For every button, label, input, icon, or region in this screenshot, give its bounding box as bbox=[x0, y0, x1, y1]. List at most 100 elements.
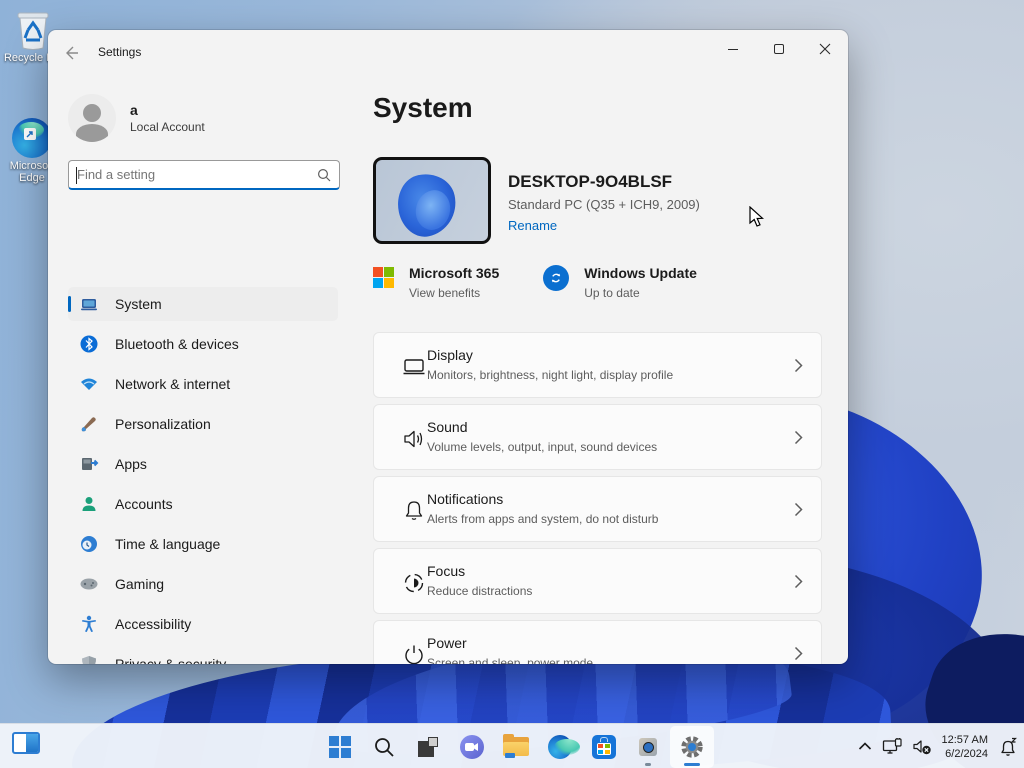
device-name: DESKTOP-9O4BLSF bbox=[508, 172, 673, 191]
taskbar-widgets-button[interactable] bbox=[12, 732, 40, 754]
bluetooth-icon bbox=[80, 335, 98, 353]
sidebar: a Local Account Find a setting System Bl… bbox=[68, 86, 340, 664]
privacy-security-icon bbox=[82, 656, 96, 664]
sidebar-item-apps[interactable]: Apps bbox=[68, 447, 338, 481]
sidebar-item-time-language[interactable]: Time & language bbox=[68, 527, 338, 561]
start-button[interactable] bbox=[318, 726, 362, 768]
settings-taskbar-button[interactable] bbox=[670, 726, 714, 768]
system-tray: 12:57 AM 6/2/2024 bbox=[858, 724, 1018, 768]
settings-card-list: Display Monitors, brightness, night ligh… bbox=[373, 332, 822, 664]
taskbar-search-button[interactable] bbox=[362, 726, 406, 768]
quick-subtitle: Up to date bbox=[584, 286, 640, 300]
mouse-cursor bbox=[749, 206, 764, 227]
do-not-disturb-bell-icon[interactable] bbox=[998, 737, 1018, 757]
page-title: System bbox=[373, 92, 473, 123]
store-icon bbox=[592, 735, 616, 759]
search-input[interactable] bbox=[69, 167, 317, 182]
sidebar-item-gaming[interactable]: Gaming bbox=[68, 567, 338, 601]
sidebar-item-label: System bbox=[115, 296, 162, 312]
edge-icon bbox=[12, 118, 52, 158]
edge-button[interactable] bbox=[538, 726, 582, 768]
card-subtitle: Screen and sleep, power mode bbox=[427, 656, 594, 664]
settings-gear-icon bbox=[681, 736, 703, 758]
search-icon bbox=[317, 168, 331, 181]
sidebar-item-bluetooth-devices[interactable]: Bluetooth & devices bbox=[68, 327, 338, 361]
card-sound[interactable]: Sound Volume levels, output, input, soun… bbox=[373, 404, 822, 470]
card-display[interactable]: Display Monitors, brightness, night ligh… bbox=[373, 332, 822, 398]
device-description: Standard PC (Q35 + ICH9, 2009) bbox=[508, 197, 700, 212]
sidebar-item-privacy-security[interactable]: Privacy & security bbox=[68, 647, 338, 664]
card-notifications[interactable]: Notifications Alerts from apps and syste… bbox=[373, 476, 822, 542]
file-explorer-button[interactable] bbox=[494, 726, 538, 768]
tray-chevron-icon[interactable] bbox=[858, 742, 872, 751]
display-icon bbox=[403, 359, 425, 375]
account-type: Local Account bbox=[130, 120, 205, 134]
task-view-button[interactable] bbox=[406, 726, 450, 768]
focus-icon bbox=[404, 573, 424, 593]
power-icon bbox=[405, 645, 423, 664]
system-icon bbox=[81, 299, 97, 311]
active-indicator bbox=[684, 763, 700, 766]
chevron-right-icon bbox=[794, 574, 803, 589]
windows-update-status[interactable]: Windows Update Up to date bbox=[543, 265, 697, 300]
store-button[interactable] bbox=[582, 726, 626, 768]
chevron-right-icon bbox=[794, 430, 803, 445]
card-title: Focus bbox=[427, 563, 466, 579]
sidebar-item-accessibility[interactable]: Accessibility bbox=[68, 607, 338, 641]
rename-link[interactable]: Rename bbox=[508, 218, 700, 233]
main-content: System DESKTOP-9O4BLSF Standard PC (Q35 … bbox=[373, 30, 822, 664]
sidebar-item-personalization[interactable]: Personalization bbox=[68, 407, 338, 441]
volume-muted-icon[interactable] bbox=[912, 738, 932, 756]
card-focus[interactable]: Focus Reduce distractions bbox=[373, 548, 822, 614]
quick-title: Microsoft 365 bbox=[409, 265, 500, 281]
notifications-icon bbox=[405, 501, 423, 520]
time-language-icon bbox=[81, 536, 97, 552]
sidebar-item-label: Gaming bbox=[115, 576, 165, 592]
taskbar-clock[interactable]: 12:57 AM 6/2/2024 bbox=[942, 733, 988, 761]
chevron-right-icon bbox=[794, 502, 803, 517]
sidebar-item-system[interactable]: System bbox=[68, 287, 338, 321]
card-subtitle: Reduce distractions bbox=[427, 584, 533, 598]
running-indicator bbox=[645, 763, 651, 766]
chat-button[interactable] bbox=[450, 726, 494, 768]
network-icon[interactable] bbox=[882, 737, 902, 756]
sidebar-nav: System Bluetooth & devices Network & int… bbox=[68, 287, 338, 664]
recycle-bin-icon bbox=[17, 12, 49, 50]
selection-accent-bar bbox=[68, 296, 71, 312]
search-icon bbox=[375, 738, 394, 757]
shortcut-arrow-icon bbox=[24, 128, 36, 140]
sidebar-item-label: Bluetooth & devices bbox=[115, 336, 239, 352]
quick-status-row: Microsoft 365 View benefits Windows Upda… bbox=[373, 265, 697, 300]
widgets-icon bbox=[12, 732, 40, 754]
chevron-right-icon bbox=[794, 358, 803, 373]
file-explorer-icon bbox=[503, 734, 529, 758]
quick-subtitle: View benefits bbox=[409, 286, 481, 300]
sidebar-item-network-internet[interactable]: Network & internet bbox=[68, 367, 338, 401]
card-power[interactable]: Power Screen and sleep, power mode bbox=[373, 620, 822, 664]
sidebar-item-label: Network & internet bbox=[115, 376, 231, 392]
back-button[interactable] bbox=[62, 44, 80, 62]
windows-update-status-icon bbox=[543, 265, 570, 291]
account-section[interactable]: a Local Account bbox=[68, 94, 340, 142]
taskbar: 12:57 AM 6/2/2024 bbox=[0, 723, 1024, 768]
clock-date: 6/2/2024 bbox=[945, 747, 988, 760]
card-title: Power bbox=[427, 635, 467, 651]
search-box[interactable] bbox=[68, 160, 340, 190]
device-info: DESKTOP-9O4BLSF Standard PC (Q35 + ICH9,… bbox=[373, 157, 700, 244]
start-icon bbox=[329, 736, 351, 758]
chat-icon bbox=[460, 735, 484, 759]
card-subtitle: Volume levels, output, input, sound devi… bbox=[427, 440, 658, 454]
pinned-app-button[interactable] bbox=[626, 726, 670, 768]
card-title: Sound bbox=[427, 419, 468, 435]
apps-icon bbox=[82, 458, 99, 470]
app-icon bbox=[639, 738, 657, 756]
sidebar-item-label: Time & language bbox=[115, 536, 221, 552]
card-subtitle: Alerts from apps and system, do not dist… bbox=[427, 512, 659, 526]
microsoft-365-icon bbox=[373, 267, 394, 288]
sidebar-item-accounts[interactable]: Accounts bbox=[68, 487, 338, 521]
device-wallpaper-thumbnail bbox=[373, 157, 491, 244]
sidebar-item-label: Privacy & security bbox=[115, 656, 227, 664]
desktop: Recycle Bin Microsoft Edge Settings a Lo… bbox=[0, 0, 1024, 768]
microsoft-365-status[interactable]: Microsoft 365 View benefits bbox=[373, 265, 499, 300]
taskbar-center-icons bbox=[318, 726, 714, 768]
